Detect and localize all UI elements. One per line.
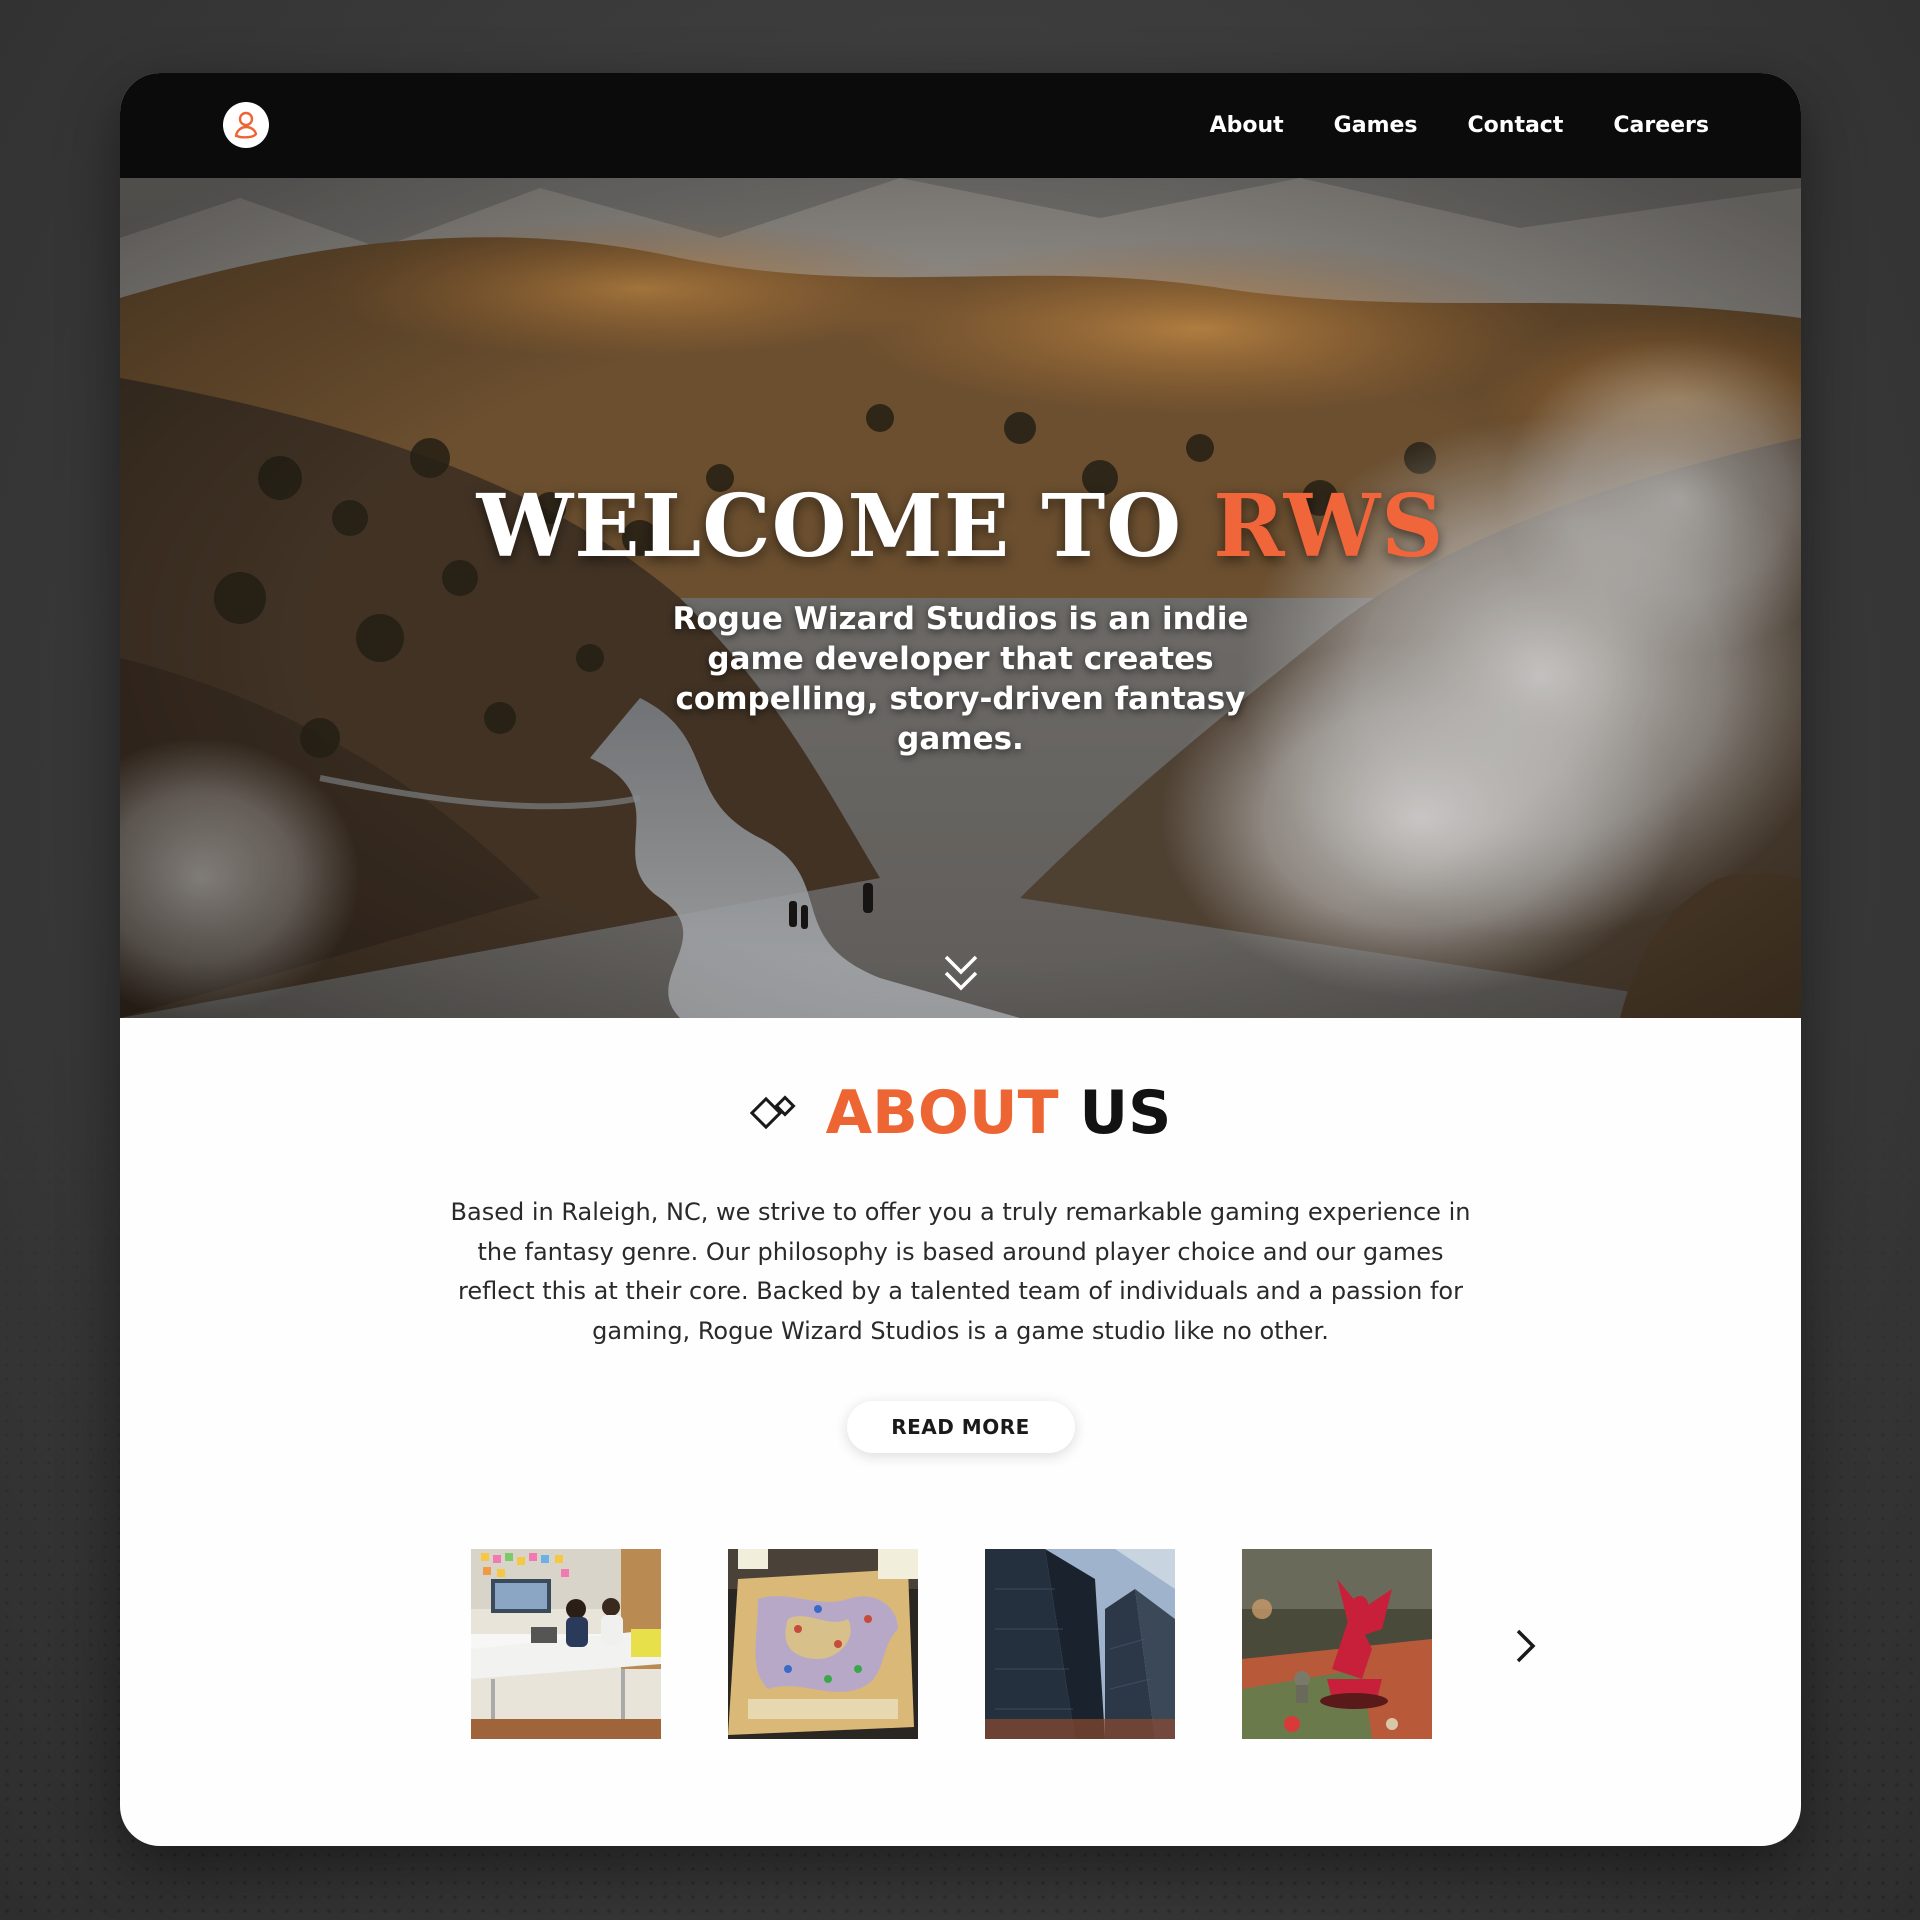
gallery-thumb-boardgame[interactable] [728,1549,918,1739]
hero-subtitle: Rogue Wizard Studios is an indie game de… [672,601,1249,757]
about-title: ABOUT US [826,1078,1172,1148]
buildings-photo [985,1549,1175,1739]
hero-title-main: WELCOME TO [476,476,1183,577]
hero-background-image [120,178,1801,1018]
read-more-button[interactable]: READ MORE [846,1401,1075,1453]
browser-page: About Games Contact Careers WELCOME TO R… [120,73,1801,1846]
office-photo [471,1549,661,1739]
nav-link-games[interactable]: Games [1334,113,1418,138]
double-chevron-down-icon[interactable] [941,953,981,997]
nav-links: About Games Contact Careers [1210,73,1709,178]
nav-link-about[interactable]: About [1210,113,1284,138]
hero-title-accent: RWS [1213,476,1445,577]
gallery-thumb-miniature[interactable] [1242,1549,1432,1739]
chevron-right-icon[interactable] [1511,1626,1541,1666]
top-nav: About Games Contact Careers [120,73,1801,178]
boardgame-photo [728,1549,918,1739]
diamond-pair-icon [749,1095,796,1130]
hero-title: WELCOME TO RWS [120,476,1801,577]
gallery-thumb-office[interactable] [471,1549,661,1739]
logo-button[interactable] [223,102,269,148]
dragon-miniature-photo [1242,1549,1432,1739]
hero-section: WELCOME TO RWS Rogue Wizard Studios is a… [120,178,1801,1018]
about-title-accent: ABOUT [825,1078,1059,1148]
about-title-rest: US [1079,1078,1172,1148]
about-body: Based in Raleigh, NC, we strive to offer… [450,1198,1471,1345]
user-icon [234,111,258,139]
about-heading: ABOUT US [120,1078,1801,1148]
gallery-thumb-buildings[interactable] [985,1549,1175,1739]
nav-link-contact[interactable]: Contact [1468,113,1564,138]
nav-link-careers[interactable]: Careers [1613,113,1709,138]
